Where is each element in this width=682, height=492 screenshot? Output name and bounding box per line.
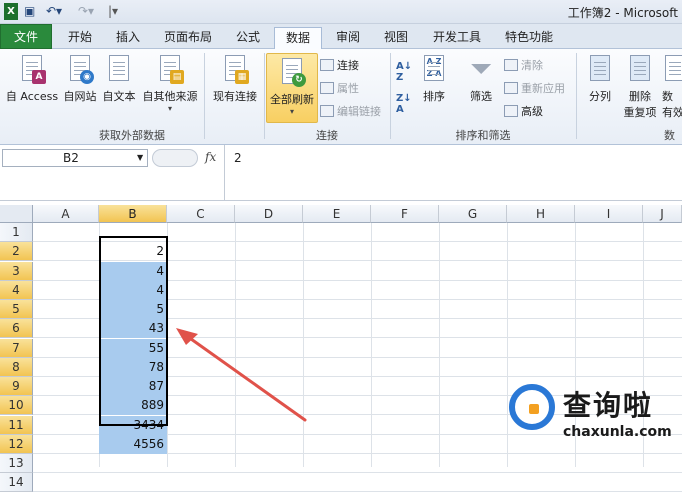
row-header-14[interactable]: 14 xyxy=(0,473,33,492)
arrow-shaft xyxy=(182,332,307,422)
logo-magnifier-icon xyxy=(509,384,555,430)
logo-text: 查询啦 xyxy=(563,389,654,422)
watermark-logo: 查询啦 chaxunla.com xyxy=(505,378,682,467)
cell-b14[interactable] xyxy=(99,473,167,492)
logo-domain: chaxunla.com xyxy=(563,424,672,440)
